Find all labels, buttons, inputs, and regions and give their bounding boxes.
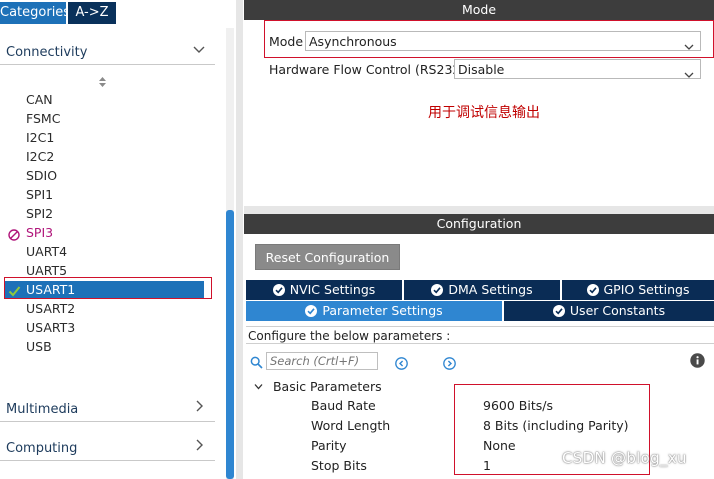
tab-user-constants[interactable]: User Constants [504, 301, 714, 321]
search-input[interactable] [266, 352, 378, 370]
peripheral-item[interactable]: I2C2 [26, 147, 54, 166]
tab-categories[interactable]: Categories [0, 2, 70, 24]
configuration-panel: Reset Configuration NVIC Settings DMA Se… [244, 234, 714, 479]
section-computing-label: Computing [6, 441, 78, 456]
basic-parameters-title: Basic Parameters [272, 379, 382, 394]
mode-select[interactable]: Asynchronous [305, 31, 701, 51]
tab-parameter-settings[interactable]: Parameter Settings [246, 301, 502, 321]
tab-label: DMA Settings [448, 282, 533, 297]
basic-parameters-group[interactable]: Basic Parameters [254, 378, 382, 394]
configuration-header: Configuration [244, 214, 714, 234]
param-value[interactable]: 1 [483, 458, 491, 473]
search-icon[interactable] [250, 354, 263, 373]
tab-gpio-settings[interactable]: GPIO Settings [562, 280, 714, 300]
mode-select-value: Asynchronous [309, 34, 397, 49]
prev-icon[interactable] [395, 355, 408, 370]
configure-info-bar: Configure the below parameters : [246, 326, 714, 344]
peripheral-item[interactable]: USART3 [26, 318, 75, 337]
peripheral-item[interactable]: CAN [26, 90, 53, 109]
panel-gap [244, 206, 714, 214]
peripheral-item[interactable]: USART2 [26, 299, 75, 318]
chevron-right-icon [193, 400, 205, 416]
tab-label: Parameter Settings [322, 303, 443, 318]
section-divider [0, 64, 215, 65]
peripheral-tree: Connectivity CAN FSMC I2C1 I2C2 SDIO SPI… [0, 28, 224, 479]
panel-splitter[interactable] [236, 0, 243, 479]
info-icon[interactable] [690, 353, 705, 368]
mode-header: Mode [244, 0, 714, 20]
section-connectivity-label: Connectivity [6, 45, 88, 60]
param-value[interactable]: None [483, 438, 516, 453]
tick-icon [431, 282, 444, 296]
peripheral-item[interactable]: SPI2 [26, 204, 53, 223]
peripheral-item[interactable]: UART4 [26, 242, 67, 261]
peripheral-item[interactable]: FSMC [26, 109, 60, 128]
section-divider [0, 421, 215, 422]
chevron-right-icon [193, 439, 205, 455]
tab-dma-settings[interactable]: DMA Settings [404, 280, 560, 300]
section-multimedia-label: Multimedia [6, 402, 79, 417]
peripheral-item[interactable]: SPI1 [26, 185, 53, 204]
param-value[interactable]: 8 Bits (including Parity) [483, 418, 629, 433]
mode-panel: Mode Asynchronous Hardware Flow Control … [244, 20, 714, 206]
chevron-down-icon [684, 37, 694, 50]
scrollbar-thumb[interactable] [226, 210, 234, 479]
tab-label: GPIO Settings [603, 282, 690, 297]
flow-control-select[interactable]: Disable [454, 59, 701, 79]
watermark: CSDN @blog_xu [562, 449, 687, 467]
annotation-note: 用于调试信息输出 [428, 105, 540, 121]
section-computing[interactable]: Computing [0, 437, 215, 461]
scroll-arrows-icon[interactable] [98, 76, 107, 89]
flow-control-value: Disable [458, 62, 505, 77]
next-icon[interactable] [443, 355, 456, 370]
peripheral-item[interactable]: I2C1 [26, 128, 54, 147]
section-multimedia[interactable]: Multimedia [0, 398, 215, 422]
tab-nvic-settings[interactable]: NVIC Settings [246, 280, 402, 300]
left-panel: Categories A->Z Connectivity CAN FSMC I2… [0, 0, 240, 479]
ban-icon [8, 226, 20, 241]
peripheral-item[interactable]: SDIO [26, 166, 57, 185]
section-connectivity[interactable]: Connectivity [0, 41, 215, 65]
category-tabs: Categories A->Z [0, 0, 240, 24]
param-name: Parity [311, 438, 347, 453]
chevron-down-icon [684, 65, 694, 78]
tab-label: User Constants [569, 303, 666, 318]
peripheral-item[interactable]: USB [26, 337, 52, 356]
tick-icon [305, 303, 318, 317]
tick-icon [552, 303, 565, 317]
chevron-down-icon [193, 43, 205, 59]
peripheral-item-warning[interactable]: SPI3 [26, 223, 53, 242]
tick-icon [586, 282, 599, 296]
tab-label: NVIC Settings [289, 282, 376, 297]
tick-icon [272, 282, 285, 296]
tab-az[interactable]: A->Z [68, 2, 116, 24]
param-name: Stop Bits [311, 458, 367, 473]
param-name: Word Length [311, 418, 391, 433]
flow-control-label: Hardware Flow Control (RS232) [269, 62, 466, 77]
tab-bar-fill [118, 2, 240, 24]
highlight-frame [4, 277, 212, 299]
reset-configuration-button[interactable]: Reset Configuration [255, 244, 400, 270]
search-box [250, 352, 380, 372]
param-value[interactable]: 9600 Bits/s [483, 398, 553, 413]
mode-label: Mode [269, 34, 304, 49]
param-name: Baud Rate [311, 398, 376, 413]
section-divider [0, 460, 215, 461]
chevron-down-icon [254, 378, 264, 393]
